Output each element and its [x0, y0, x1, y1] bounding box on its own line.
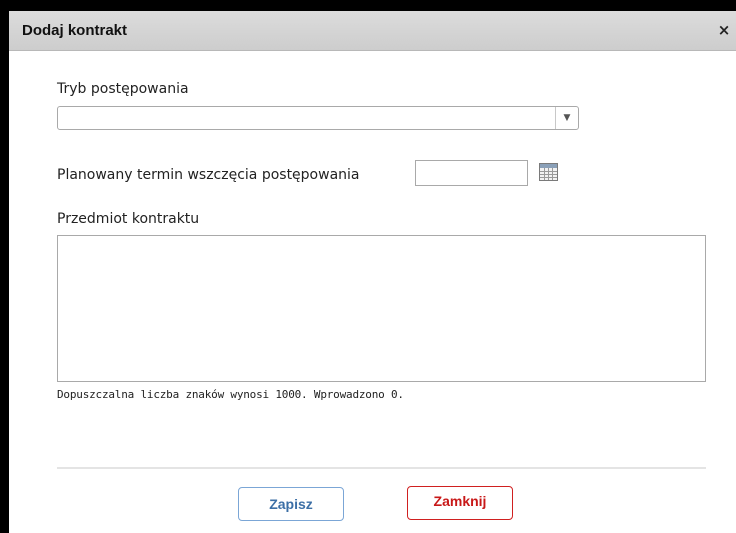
close-button[interactable]: Zamknij: [407, 486, 513, 520]
contract-subject-label: Przedmiot kontraktu: [57, 211, 200, 227]
dialog-title: Dodaj kontrakt: [22, 22, 128, 39]
close-icon[interactable]: ×: [716, 21, 732, 39]
footer-divider: [57, 467, 706, 469]
dialog-titlebar[interactable]: Dodaj kontrakt ×: [9, 11, 736, 51]
calendar-icon[interactable]: [539, 163, 558, 181]
procedure-mode-select[interactable]: ▼: [57, 106, 579, 130]
chevron-down-icon[interactable]: ▼: [555, 107, 578, 129]
planned-date-input[interactable]: [415, 160, 528, 186]
add-contract-dialog: Dodaj kontrakt × Tryb postępowania ▼ Pla…: [9, 11, 736, 533]
save-button[interactable]: Zapisz: [238, 487, 344, 521]
contract-subject-textarea[interactable]: [57, 235, 706, 382]
planned-date-label: Planowany termin wszczęcia postępowania: [57, 167, 360, 183]
procedure-mode-label: Tryb postępowania: [57, 81, 189, 97]
char-count-hint: Dopuszczalna liczba znaków wynosi 1000. …: [57, 388, 404, 401]
